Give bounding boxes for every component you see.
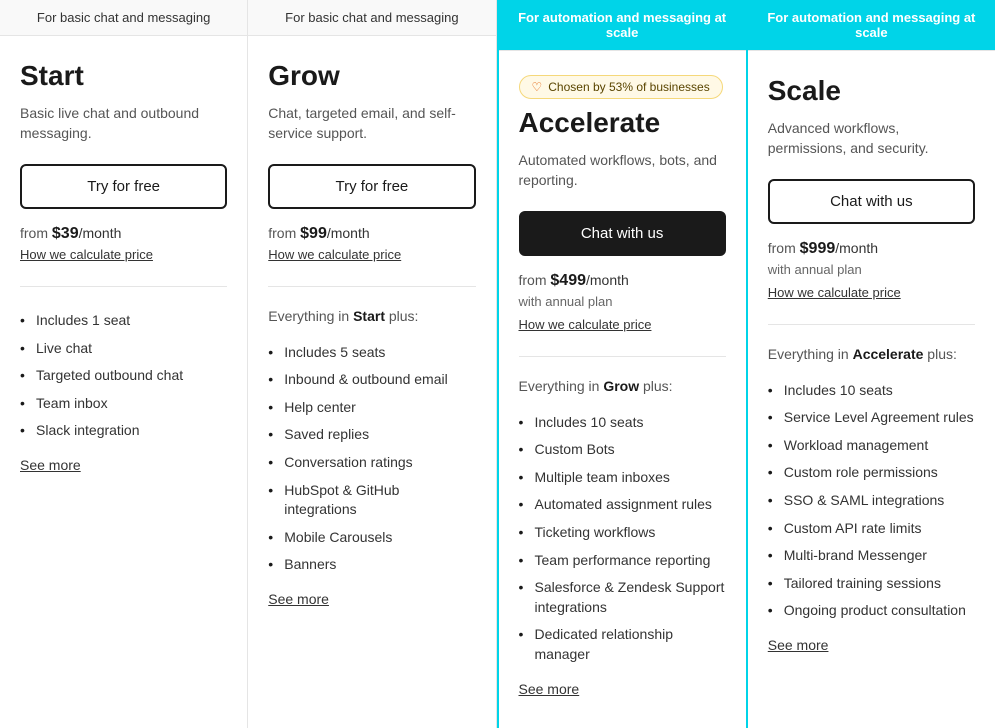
feature-item: Saved replies: [268, 421, 475, 449]
price-from: from: [268, 225, 300, 241]
divider: [519, 356, 726, 357]
plan-description-scale: Advanced workflows, permissions, and sec…: [768, 119, 975, 159]
feature-item: Ongoing product consultation: [768, 597, 975, 625]
see-more-scale[interactable]: See more: [768, 637, 975, 653]
plan-description-accelerate: Automated workflows, bots, and reporting…: [519, 151, 726, 191]
feature-item: Conversation ratings: [268, 449, 475, 477]
price-amount: $39: [52, 225, 79, 242]
price-link-accelerate[interactable]: How we calculate price: [519, 317, 726, 332]
price-from: from: [519, 272, 551, 288]
feature-item: Banners: [268, 551, 475, 579]
plan-name-accelerate: Accelerate: [519, 107, 726, 139]
features-intro-grow: Everything in Start plus:: [268, 307, 475, 327]
plan-name-scale: Scale: [768, 75, 975, 107]
price-from: from: [20, 225, 52, 241]
cta-button-accelerate[interactable]: Chat with us: [519, 211, 726, 256]
plan-column-grow: For basic chat and messaging Grow Chat, ta…: [248, 0, 496, 728]
feature-item: Salesforce & Zendesk Support integration…: [519, 574, 726, 621]
plan-body-accelerate: ♡ Chosen by 53% of businesses Accelerate Au…: [499, 51, 746, 728]
feature-item: Includes 1 seat: [20, 307, 227, 335]
price-period: /month: [586, 272, 629, 288]
cta-button-start[interactable]: Try for free: [20, 164, 227, 209]
price-period: /month: [327, 225, 370, 241]
feature-item: Multiple team inboxes: [519, 464, 726, 492]
feature-item: Mobile Carousels: [268, 524, 475, 552]
feature-item: Ticketing workflows: [519, 519, 726, 547]
features-intro-accelerate: Everything in Grow plus:: [519, 377, 726, 397]
price-row-accelerate: from $499/month: [519, 272, 726, 290]
feature-list-accelerate: Includes 10 seatsCustom BotsMultiple tea…: [519, 409, 726, 669]
feature-item: Team inbox: [20, 390, 227, 418]
feature-list-scale: Includes 10 seatsService Level Agreement…: [768, 377, 975, 625]
feature-item: SSO & SAML integrations: [768, 487, 975, 515]
feature-item: Slack integration: [20, 417, 227, 445]
feature-item: Tailored training sessions: [768, 570, 975, 598]
price-link-start[interactable]: How we calculate price: [20, 247, 227, 262]
price-link-grow[interactable]: How we calculate price: [268, 247, 475, 262]
feature-item: Custom API rate limits: [768, 515, 975, 543]
price-amount: $499: [550, 272, 586, 289]
feature-item: Custom role permissions: [768, 459, 975, 487]
feature-item: Live chat: [20, 335, 227, 363]
plan-body-scale: Scale Advanced workflows, permissions, an…: [748, 51, 995, 728]
divider: [268, 286, 475, 287]
features-intro-bold: Start: [353, 308, 385, 324]
price-period: /month: [79, 225, 122, 241]
plan-banner-grow: For basic chat and messaging: [248, 0, 495, 36]
price-row-grow: from $99/month: [268, 225, 475, 243]
feature-item: Includes 10 seats: [519, 409, 726, 437]
feature-item: HubSpot & GitHub integrations: [268, 477, 475, 524]
plan-column-accelerate: For automation and messaging at scale ♡ Ch…: [497, 0, 748, 728]
price-subtext-accelerate: with annual plan: [519, 294, 726, 309]
features-intro-bold: Accelerate: [853, 346, 924, 362]
feature-item: Dedicated relationship manager: [519, 621, 726, 668]
see-more-start[interactable]: See more: [20, 457, 227, 473]
pricing-table: For basic chat and messaging Start Basic l…: [0, 0, 995, 728]
feature-item: Includes 5 seats: [268, 339, 475, 367]
price-row-scale: from $999/month: [768, 240, 975, 258]
plan-description-start: Basic live chat and outbound messaging.: [20, 104, 227, 144]
plan-body-start: Start Basic live chat and outbound messag…: [0, 36, 247, 728]
plan-banner-scale: For automation and messaging at scale: [748, 0, 995, 51]
features-intro-bold: Grow: [603, 378, 639, 394]
feature-item: Multi-brand Messenger: [768, 542, 975, 570]
price-link-scale[interactable]: How we calculate price: [768, 285, 975, 300]
feature-item: Workload management: [768, 432, 975, 460]
popular-badge: ♡ Chosen by 53% of businesses: [519, 75, 726, 99]
features-intro-scale: Everything in Accelerate plus:: [768, 345, 975, 365]
feature-item: Help center: [268, 394, 475, 422]
cta-button-grow[interactable]: Try for free: [268, 164, 475, 209]
feature-item: Targeted outbound chat: [20, 362, 227, 390]
badge-text: Chosen by 53% of businesses: [548, 80, 709, 94]
plan-banner-accelerate: For automation and messaging at scale: [499, 0, 746, 51]
price-row-start: from $39/month: [20, 225, 227, 243]
feature-item: Team performance reporting: [519, 547, 726, 575]
feature-item: Service Level Agreement rules: [768, 404, 975, 432]
plan-column-scale: For automation and messaging at scaleSca…: [748, 0, 995, 728]
feature-item: Inbound & outbound email: [268, 366, 475, 394]
feature-list-start: Includes 1 seatLive chatTargeted outboun…: [20, 307, 227, 445]
see-more-grow[interactable]: See more: [268, 591, 475, 607]
price-subtext-scale: with annual plan: [768, 262, 975, 277]
plan-banner-start: For basic chat and messaging: [0, 0, 247, 36]
price-amount: $999: [800, 240, 836, 257]
plan-name-start: Start: [20, 60, 227, 92]
plan-name-grow: Grow: [268, 60, 475, 92]
cta-button-scale[interactable]: Chat with us: [768, 179, 975, 224]
feature-item: Includes 10 seats: [768, 377, 975, 405]
plan-description-grow: Chat, targeted email, and self-service s…: [268, 104, 475, 144]
feature-item: Automated assignment rules: [519, 491, 726, 519]
price-period: /month: [835, 240, 878, 256]
divider: [768, 324, 975, 325]
price-amount: $99: [300, 225, 327, 242]
heart-icon: ♡: [532, 80, 543, 94]
see-more-accelerate[interactable]: See more: [519, 681, 726, 697]
plan-body-grow: Grow Chat, targeted email, and self-servi…: [248, 36, 495, 728]
price-from: from: [768, 240, 800, 256]
feature-item: Custom Bots: [519, 436, 726, 464]
feature-list-grow: Includes 5 seatsInbound & outbound email…: [268, 339, 475, 579]
plan-column-start: For basic chat and messaging Start Basic l…: [0, 0, 248, 728]
divider: [20, 286, 227, 287]
